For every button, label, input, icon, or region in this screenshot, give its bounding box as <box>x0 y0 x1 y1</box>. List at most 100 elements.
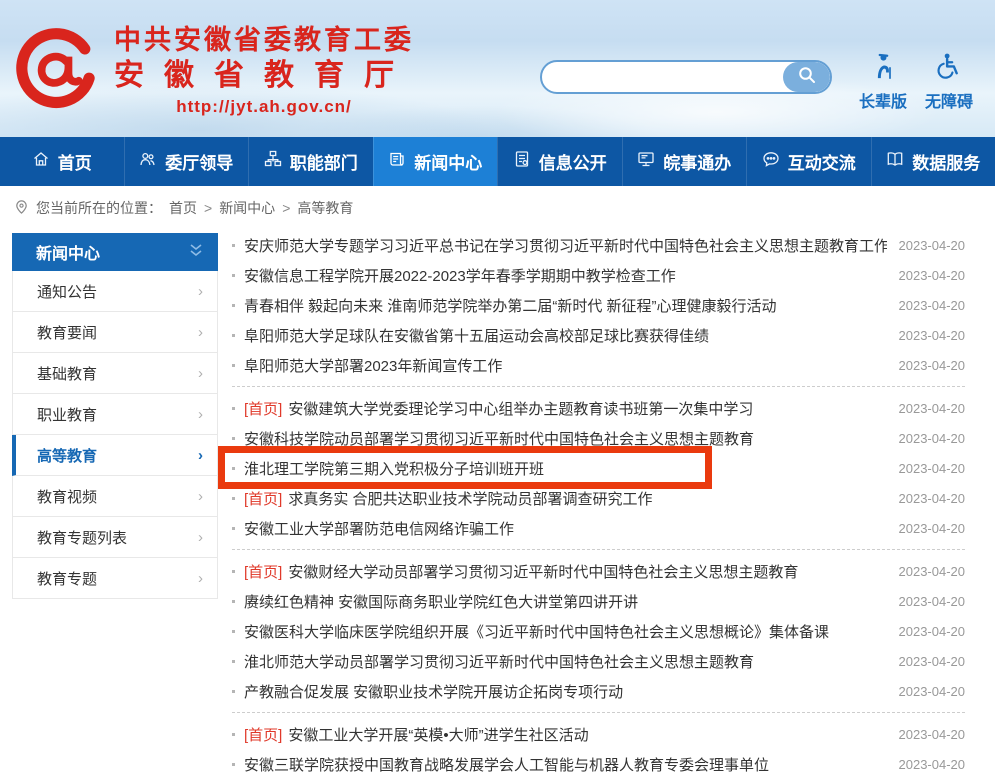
breadcrumb-link-home[interactable]: 首页 <box>169 198 197 218</box>
site-url: http://jyt.ah.gov.cn/ <box>114 97 414 117</box>
logo-text: 中共安徽省委教育工委 安徽省教育厅 http://jyt.ah.gov.cn/ <box>114 24 414 117</box>
news-title: 安徽建筑大学党委理论学习中心组举办主题教育读书班第一次集中学习 <box>288 398 753 419</box>
accessibility-button[interactable]: 无障碍 <box>918 52 980 112</box>
bullet-dot-icon <box>232 334 235 337</box>
news-link[interactable]: 产教融合促发展 安徽职业技术学院开展访企拓岗专项行动 <box>244 681 887 702</box>
sidebar-item-label: 职业教育 <box>37 404 97 425</box>
news-link[interactable]: 安徽三联学院获授中国教育战略发展学会人工智能与机器人教育专委会理事单位 <box>244 754 887 775</box>
news-row: 赓续红色精神 安徽国际商务职业学院红色大讲堂第四讲开讲 2023-04-20 <box>232 586 965 616</box>
accessibility-label: 无障碍 <box>925 88 973 112</box>
news-link[interactable]: 安徽医科大学临床医学院组织开展《习近平新时代中国特色社会主义思想概论》集体备课 <box>244 621 887 642</box>
news-title: 淮北理工学院第三期入党积极分子培训班开班 <box>244 458 544 479</box>
search-button[interactable] <box>783 62 830 92</box>
sidebar-item-label: 基础教育 <box>37 363 97 384</box>
news-link[interactable]: [首页] 安徽工业大学开展“英模•大师”进学生社区活动 <box>244 724 887 745</box>
news-title: 淮北师范大学动员部署学习贯彻习近平新时代中国特色社会主义思想主题教育 <box>244 651 754 672</box>
breadcrumb-separator: > <box>282 200 290 216</box>
news-link[interactable]: 淮北理工学院第三期入党积极分子培训班开班 <box>244 458 887 479</box>
bullet-dot-icon <box>232 527 235 530</box>
search-input[interactable] <box>542 62 783 92</box>
open-book-icon <box>886 150 904 173</box>
sidebar-item-0[interactable]: 通知公告 › <box>12 271 218 312</box>
nav-item-departments[interactable]: 职能部门 <box>248 137 373 186</box>
breadcrumb-link-higher-education[interactable]: 高等教育 <box>297 198 353 218</box>
elder-version-button[interactable]: 长辈版 <box>852 52 914 112</box>
wheelchair-icon <box>935 52 963 85</box>
news-link[interactable]: 淮北师范大学动员部署学习贯彻习近平新时代中国特色社会主义思想主题教育 <box>244 651 887 672</box>
chevron-right-icon: › <box>198 406 203 423</box>
news-title: 阜阳师范大学足球队在安徽省第十五届运动会高校部足球比赛获得佳绩 <box>244 325 709 346</box>
bullet-dot-icon <box>232 733 235 736</box>
news-date: 2023-04-20 <box>899 431 966 446</box>
nav-label: 皖事通办 <box>663 149 731 174</box>
news-date: 2023-04-20 <box>899 654 966 669</box>
org-name-line2: 安徽省教育厅 <box>114 58 414 94</box>
nav-item-interaction[interactable]: 互动交流 <box>746 137 871 186</box>
home-icon <box>32 150 50 173</box>
news-date: 2023-04-20 <box>899 328 966 343</box>
news-link[interactable]: 安庆师范大学专题学习习近平总书记在学习贯彻习近平新时代中国特色社会主义思想主题教… <box>244 235 887 256</box>
news-title: 安徽医科大学临床医学院组织开展《习近平新时代中国特色社会主义思想概论》集体备课 <box>244 621 829 642</box>
org-chart-icon <box>264 150 282 173</box>
news-row: 安徽信息工程学院开展2022-2023学年春季学期期中教学检查工作 2023-0… <box>232 260 965 290</box>
news-title: 安徽三联学院获授中国教育战略发展学会人工智能与机器人教育专委会理事单位 <box>244 754 769 775</box>
news-link[interactable]: 阜阳师范大学部署2023年新闻宣传工作 <box>244 355 887 376</box>
news-row: 安徽医科大学临床医学院组织开展《习近平新时代中国特色社会主义思想概论》集体备课 … <box>232 616 965 646</box>
nav-item-news-center[interactable]: 新闻中心 <box>373 137 498 186</box>
news-link[interactable]: 安徽信息工程学院开展2022-2023学年春季学期期中教学检查工作 <box>244 265 887 286</box>
double-chevron-down-icon[interactable] <box>188 243 204 262</box>
news-link[interactable]: 安徽工业大学部署防范电信网络诈骗工作 <box>244 518 887 539</box>
sidebar-item-label: 通知公告 <box>37 281 97 302</box>
bullet-dot-icon <box>232 690 235 693</box>
sidebar-item-label: 教育专题列表 <box>37 527 127 548</box>
news-date: 2023-04-20 <box>899 401 966 416</box>
elder-version-label: 长辈版 <box>859 88 907 112</box>
sidebar-item-3[interactable]: 职业教育 › <box>12 394 218 435</box>
sidebar-item-7[interactable]: 教育专题 › <box>12 558 218 599</box>
nav-item-leaders[interactable]: 委厅领导 <box>124 137 249 186</box>
sidebar-item-5[interactable]: 教育视频 › <box>12 476 218 517</box>
news-group: [首页] 安徽工业大学开展“英模•大师”进学生社区活动 2023-04-20 安… <box>232 712 965 779</box>
news-date: 2023-04-20 <box>899 521 966 536</box>
nav-item-info-disclosure[interactable]: 信息公开 <box>497 137 622 186</box>
bullet-dot-icon <box>232 364 235 367</box>
news-link[interactable]: [首页] 安徽财经大学动员部署学习贯彻习近平新时代中国特色社会主义思想主题教育 <box>244 561 887 582</box>
bullet-dot-icon <box>232 660 235 663</box>
news-link[interactable]: [首页] 安徽建筑大学党委理论学习中心组举办主题教育读书班第一次集中学习 <box>244 398 887 419</box>
bullet-dot-icon <box>232 497 235 500</box>
sidebar-item-label: 高等教育 <box>37 445 97 466</box>
news-row: [首页] 安徽工业大学开展“英模•大师”进学生社区活动 2023-04-20 <box>232 719 965 749</box>
news-title: 安徽财经大学动员部署学习贯彻习近平新时代中国特色社会主义思想主题教育 <box>288 561 798 582</box>
nav-label: 数据服务 <box>912 149 980 174</box>
nav-item-home[interactable]: 首页 <box>0 137 124 186</box>
sidebar-item-1[interactable]: 教育要闻 › <box>12 312 218 353</box>
news-link[interactable]: 阜阳师范大学足球队在安徽省第十五届运动会高校部足球比赛获得佳绩 <box>244 325 887 346</box>
breadcrumb-link-news-center[interactable]: 新闻中心 <box>219 198 275 218</box>
news-link[interactable]: [首页] 求真务实 合肥共达职业技术学院动员部署调查研究工作 <box>244 488 887 509</box>
bullet-dot-icon <box>232 600 235 603</box>
sidebar-title-label: 新闻中心 <box>36 240 100 264</box>
sidebar: 新闻中心 通知公告 › 教育要闻 › 基础教育 › 职业教育 › 高等教育 › … <box>12 233 218 599</box>
news-row: 阜阳师范大学足球队在安徽省第十五届运动会高校部足球比赛获得佳绩 2023-04-… <box>232 320 965 350</box>
news-link[interactable]: 青春相伴 毅起向未来 淮南师范学院举办第二届“新时代 新征程”心理健康毅行活动 <box>244 295 887 316</box>
news-group: 安庆师范大学专题学习习近平总书记在学习贯彻习近平新时代中国特色社会主义思想主题教… <box>232 230 965 380</box>
news-link[interactable]: 赓续红色精神 安徽国际商务职业学院红色大讲堂第四讲开讲 <box>244 591 887 612</box>
breadcrumb-separator: > <box>204 200 212 216</box>
news-date: 2023-04-20 <box>899 594 966 609</box>
site-logo[interactable]: 中共安徽省委教育工委 安徽省教育厅 http://jyt.ah.gov.cn/ <box>16 24 414 117</box>
news-date: 2023-04-20 <box>899 624 966 639</box>
sidebar-item-6[interactable]: 教育专题列表 › <box>12 517 218 558</box>
news-date: 2023-04-20 <box>899 564 966 579</box>
nav-label: 职能部门 <box>290 149 358 174</box>
nav-item-wanshitongban[interactable]: 皖事通办 <box>622 137 747 186</box>
sidebar-item-2[interactable]: 基础教育 › <box>12 353 218 394</box>
bullet-dot-icon <box>232 570 235 573</box>
nav-item-data-services[interactable]: 数据服务 <box>871 137 995 186</box>
nav-label: 信息公开 <box>539 149 607 174</box>
sidebar-item-4[interactable]: 高等教育 › <box>12 435 218 476</box>
newspaper-icon <box>388 150 406 173</box>
logo-swirl-icon <box>16 24 102 115</box>
sidebar-item-label: 教育专题 <box>37 568 97 589</box>
news-title: 安徽工业大学部署防范电信网络诈骗工作 <box>244 518 514 539</box>
bullet-dot-icon <box>232 763 235 766</box>
